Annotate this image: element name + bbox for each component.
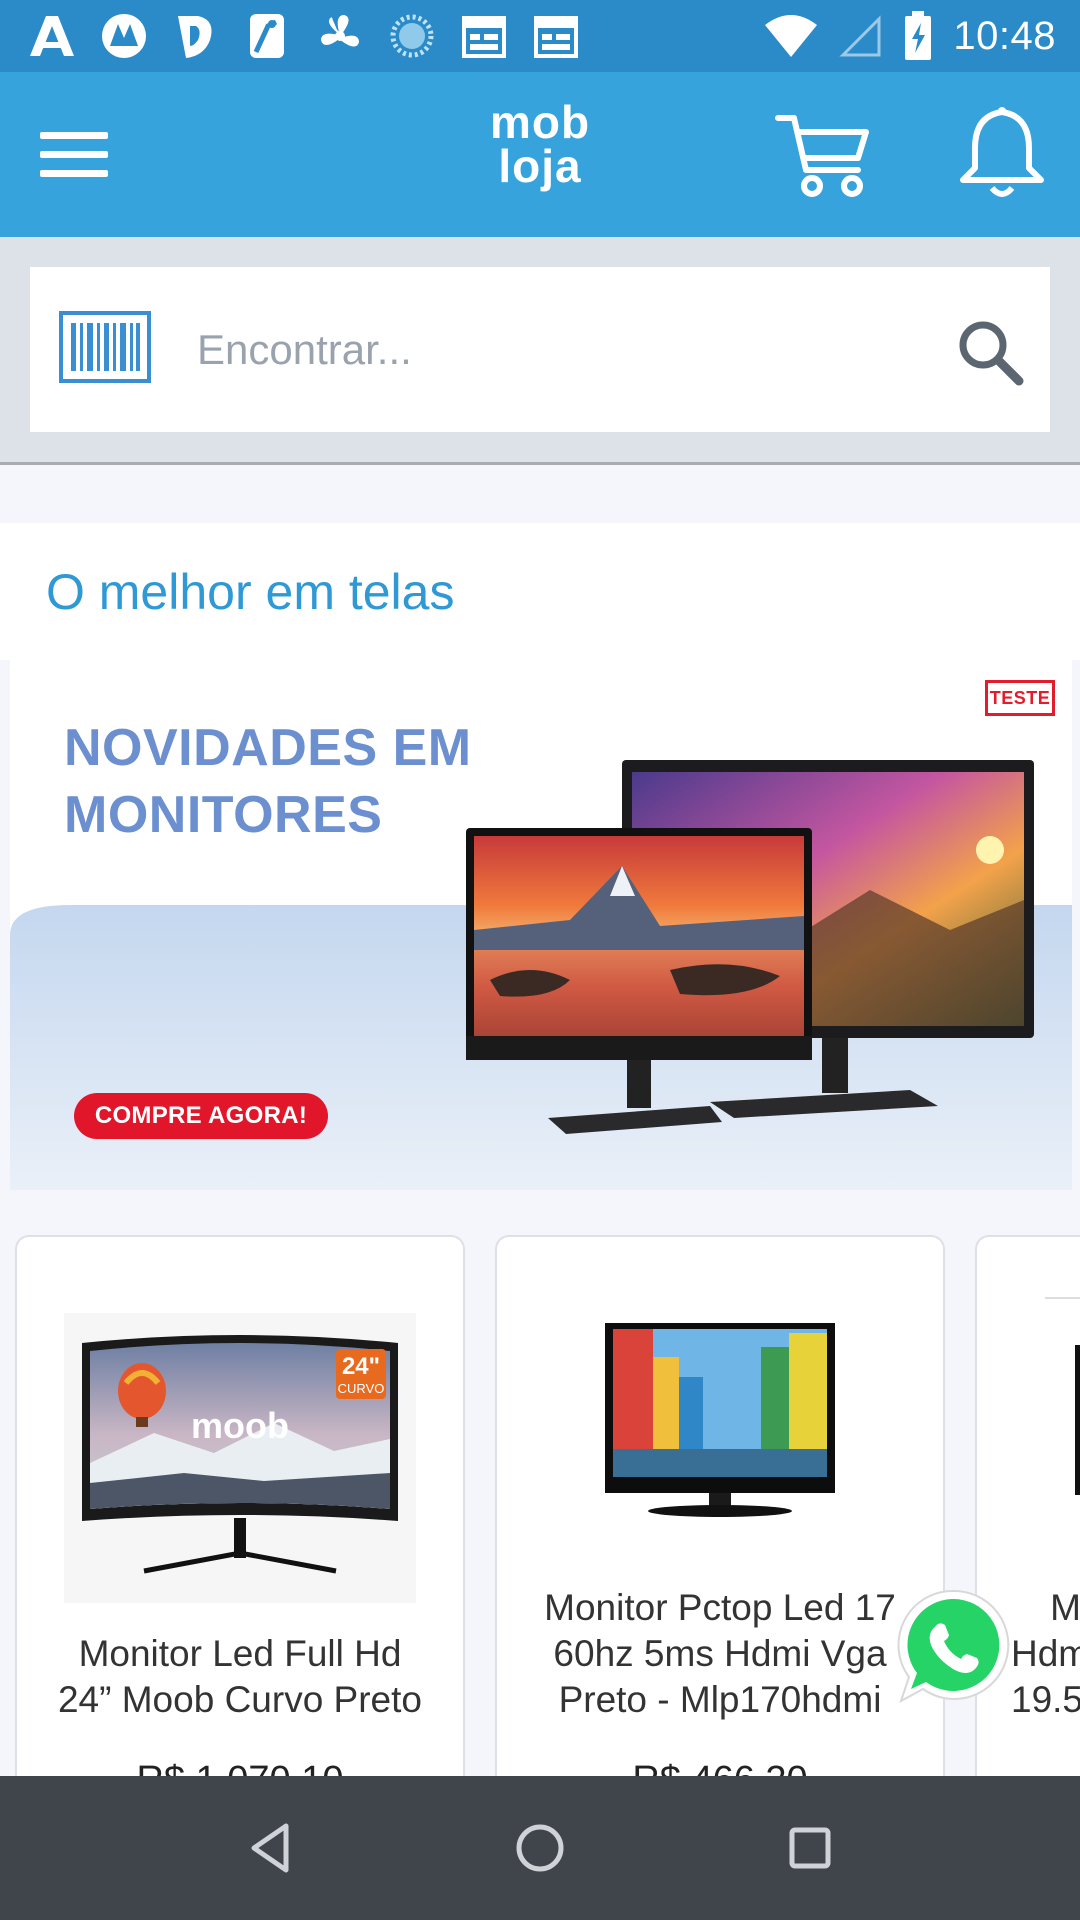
search-bar <box>30 267 1050 432</box>
clock: 10:48 <box>953 13 1056 58</box>
product-card[interactable]: 24" CURVO moob Monitor Led Full Hd 24” M… <box>15 1235 465 1776</box>
product-title-line: 24” Moob Curvo Preto <box>57 1679 422 1720</box>
calendar-icon <box>462 16 506 58</box>
hamburger-menu-icon[interactable] <box>34 122 114 187</box>
back-icon[interactable] <box>242 1818 302 1878</box>
app-logo[interactable]: mob loja <box>460 96 620 192</box>
product-price: R$ 466,20 <box>497 1759 943 1776</box>
search-input[interactable] <box>195 311 899 389</box>
search-icon[interactable] <box>955 317 1025 387</box>
status-bar: 10:48 <box>0 0 1080 72</box>
product-title-line: 60hz 5ms Hdmi Vga <box>553 1633 887 1674</box>
product-title-line: Monitor Led Full Hd <box>78 1633 402 1674</box>
buy-now-button[interactable]: COMPRE AGORA! <box>74 1093 328 1139</box>
screen-brand: moob <box>191 1405 289 1446</box>
bell-icon[interactable] <box>955 104 1050 204</box>
product-title: Monitor Led Full Hd 24” Moob Curvo Preto <box>27 1631 453 1723</box>
recents-icon[interactable] <box>780 1818 840 1878</box>
product-card[interactable]: Monitor Pctop Led 17 60hz 5ms Hdmi Vga P… <box>495 1235 945 1776</box>
app-a-icon <box>30 16 74 56</box>
app-phone-icon <box>250 14 284 58</box>
product-title-line: Preto - Mlp170hdmi <box>558 1679 882 1720</box>
product-image <box>1075 1345 1080 1495</box>
product-title-line: Hdm <box>1011 1633 1080 1674</box>
loading-circle-icon <box>390 14 434 58</box>
whatsapp-icon[interactable] <box>893 1585 1013 1710</box>
logo-line-1: mob <box>489 96 591 148</box>
system-nav-bar <box>0 1776 1080 1920</box>
app-d-icon <box>178 16 212 58</box>
product-title: Monitor Pctop Led 17 60hz 5ms Hdmi Vga P… <box>507 1585 933 1723</box>
product-image: 24" CURVO moob <box>64 1313 416 1603</box>
product-price: R$ 1.070,10 <box>17 1759 463 1776</box>
product-title-line: Monitor Pctop Led 17 <box>544 1587 896 1628</box>
product-title: M Hdm 19.5 <box>1011 1585 1080 1723</box>
wifi-icon <box>765 15 818 57</box>
promo-banner[interactable]: NOVIDADES EM MONITORES TESTE COMPRE AGOR… <box>10 660 1072 1190</box>
banner-headline: NOVIDADES EM MONITORES <box>64 715 472 849</box>
app-circle-icon <box>102 14 146 58</box>
spacer <box>0 465 1080 523</box>
banner-headline-line-2: MONITORES <box>64 786 383 844</box>
battery-charging-icon <box>905 11 932 60</box>
banner-headline-line-1: NOVIDADES EM <box>64 719 472 777</box>
search-area <box>0 237 1080 465</box>
cart-icon[interactable] <box>774 104 874 204</box>
signal-icon <box>839 15 881 57</box>
test-badge: TESTE <box>985 680 1055 716</box>
product-title-line: M <box>1050 1587 1080 1628</box>
product-title-line: 19.5 <box>1011 1679 1080 1720</box>
curved-tag: CURVO <box>338 1381 385 1396</box>
size-tag: 24" <box>342 1353 380 1380</box>
notification-icons <box>26 12 582 60</box>
status-right: 10:48 <box>763 8 1056 64</box>
app-bar: mob loja <box>0 72 1080 237</box>
home-icon[interactable] <box>510 1818 570 1878</box>
fan-icon <box>320 14 360 47</box>
section-title: O melhor em telas <box>46 564 455 620</box>
calendar-icon <box>534 16 578 58</box>
logo-line-2: loja <box>498 140 582 192</box>
product-image <box>605 1323 835 1517</box>
product-image-edge <box>1045 1297 1080 1299</box>
barcode-scanner-icon[interactable] <box>59 311 151 383</box>
section-header: O melhor em telas <box>0 523 1080 660</box>
